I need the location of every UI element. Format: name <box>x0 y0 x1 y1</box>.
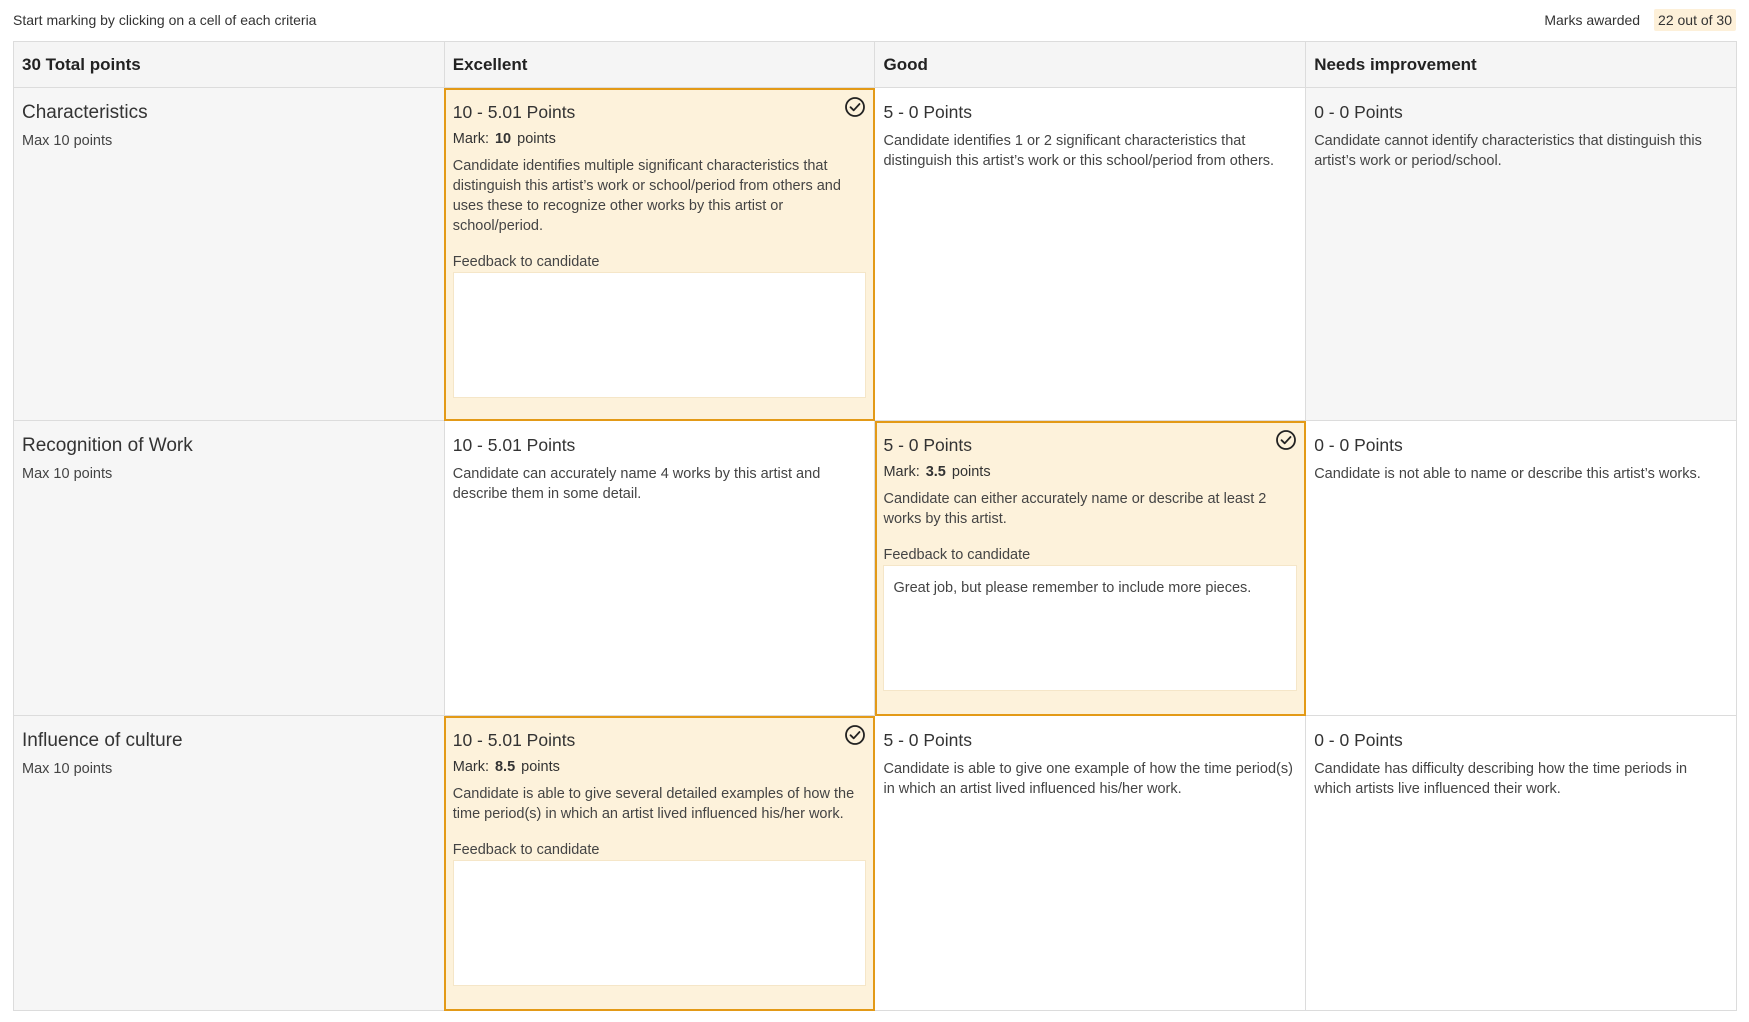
criteria-max-points: Max 10 points <box>22 761 113 777</box>
criteria-row-influence-of-culture: Influence of culture Max 10 points 10 - … <box>13 715 1737 1011</box>
level-points: 10 - 5.01 Points <box>452 730 576 750</box>
level-description: Candidate is able to give several detail… <box>452 786 855 822</box>
rubric-header-row: 30 Total points Excellent Good Needs imp… <box>13 41 1737 88</box>
level-cell-good[interactable]: 5 - 0 Points Candidate is able to give o… <box>874 715 1307 1011</box>
level-cell-excellent[interactable]: 10 - 5.01 Points Candidate can accuratel… <box>443 420 876 716</box>
mark-unit: points <box>521 759 560 775</box>
level-cell-excellent[interactable]: 10 - 5.01 Points Mark: 8.5 points Candidat… <box>443 715 876 1011</box>
mark-unit: points <box>951 464 991 480</box>
level-cell-needs-improvement[interactable]: 0 - 0 Points Candidate is not able to na… <box>1305 420 1737 716</box>
criteria-cell: Recognition of Work Max 10 points <box>13 420 445 716</box>
check-circle-icon <box>844 724 866 746</box>
mark-label: Mark: <box>452 131 489 147</box>
level-description: Candidate identifies 1 or 2 significant … <box>883 133 1275 169</box>
check-circle-icon <box>844 96 866 118</box>
criteria-title: Recognition of Work <box>22 435 193 456</box>
level-cell-good[interactable]: 5 - 0 Points Candidate identifies 1 or 2… <box>874 87 1307 421</box>
level-description: Candidate is able to give one example of… <box>883 761 1293 797</box>
criteria-title: Characteristics <box>22 102 148 123</box>
mark-unit: points <box>517 131 556 147</box>
criteria-cell: Influence of culture Max 10 points <box>13 715 445 1011</box>
feedback-label: Feedback to candidate <box>452 842 600 858</box>
level-description: Candidate identifies multiple significan… <box>452 158 841 234</box>
level-points: 5 - 0 Points <box>883 102 972 122</box>
level-points: 5 - 0 Points <box>883 435 972 455</box>
rubric-table: 30 Total points Excellent Good Needs imp… <box>13 41 1737 1011</box>
level-description: Candidate cannot identify characteristic… <box>1314 133 1702 169</box>
mark-value[interactable]: 3.5 <box>926 464 946 480</box>
level-description: Candidate can either accurately name or … <box>883 491 1267 527</box>
level-points: 0 - 0 Points <box>1314 102 1403 122</box>
level-description: Candidate can accurately name 4 works by… <box>452 466 821 502</box>
criteria-row-recognition-of-work: Recognition of Work Max 10 points 10 - 5… <box>13 420 1737 716</box>
feedback-label: Feedback to candidate <box>883 547 1031 563</box>
feedback-input[interactable] <box>452 272 867 398</box>
excellent-header: Excellent <box>443 41 876 88</box>
rubric-top-bar: Start marking by clicking on a cell of e… <box>13 0 1736 40</box>
level-points: 0 - 0 Points <box>1314 435 1403 455</box>
criteria-title: Influence of culture <box>22 730 183 751</box>
good-header: Good <box>874 41 1307 88</box>
level-description: Candidate is not able to name or describ… <box>1314 466 1701 482</box>
mark-label: Mark: <box>452 759 489 775</box>
check-circle-icon <box>1275 429 1297 451</box>
level-cell-needs-improvement[interactable]: 0 - 0 Points Candidate cannot identify c… <box>1305 87 1737 421</box>
level-points: 10 - 5.01 Points <box>452 102 576 122</box>
feedback-label: Feedback to candidate <box>452 254 600 270</box>
level-description: Candidate has difficulty describing how … <box>1314 761 1688 797</box>
criteria-row-characteristics: Characteristics Max 10 points 10 - 5.01 … <box>13 87 1737 421</box>
level-points: 10 - 5.01 Points <box>452 435 576 455</box>
total-points-header: 30 Total points <box>13 41 445 88</box>
level-cell-excellent[interactable]: 10 - 5.01 Points Mark: 10 points Candidate… <box>443 87 876 421</box>
marks-awarded: Marks awarded 22 out of 30 <box>1544 9 1736 31</box>
feedback-input[interactable] <box>452 860 867 986</box>
criteria-cell: Characteristics Max 10 points <box>13 87 445 421</box>
criteria-max-points: Max 10 points <box>22 466 113 482</box>
criteria-max-points: Max 10 points <box>22 133 113 149</box>
mark-value[interactable]: 8.5 <box>495 759 515 775</box>
mark-line: Mark: 10 points <box>453 131 867 147</box>
level-cell-needs-improvement[interactable]: 0 - 0 Points Candidate has difficulty de… <box>1305 715 1737 1011</box>
level-points: 0 - 0 Points <box>1314 730 1403 750</box>
mark-line: Mark: 8.5 points <box>453 759 867 775</box>
marks-awarded-label: Marks awarded <box>1544 12 1641 28</box>
level-cell-good[interactable]: 5 - 0 Points Mark: 3.5 points Candidate ca… <box>874 420 1307 716</box>
mark-value[interactable]: 10 <box>495 131 511 147</box>
feedback-input[interactable]: Great job, but please remember to includ… <box>883 565 1298 691</box>
marks-awarded-value: 22 out of 30 <box>1654 9 1736 31</box>
level-points: 5 - 0 Points <box>883 730 972 750</box>
mark-label: Mark: <box>883 464 920 480</box>
mark-line: Mark: 3.5 points <box>883 464 1297 480</box>
needs-improvement-header: Needs improvement <box>1305 41 1737 88</box>
marking-instruction: Start marking by clicking on a cell of e… <box>13 12 317 28</box>
